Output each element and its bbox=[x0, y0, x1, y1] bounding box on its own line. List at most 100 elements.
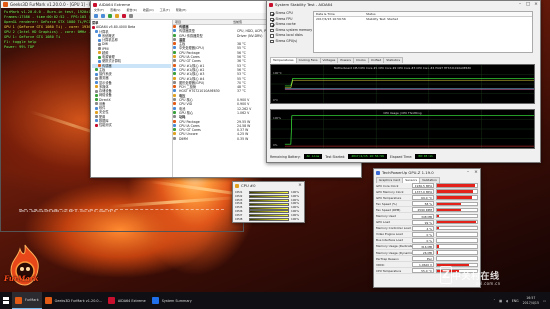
gpuz-sensor-name: Memory Controller Load bbox=[376, 226, 411, 231]
checkbox[interactable] bbox=[270, 28, 274, 32]
graph-tab[interactable]: Unified bbox=[367, 57, 385, 63]
bios-update-icon[interactable] bbox=[122, 14, 126, 18]
graph-tab[interactable]: Powers bbox=[337, 57, 354, 63]
stress-option[interactable]: Stress GPU(s) bbox=[270, 39, 312, 45]
gpuz-sensor-name: GPU Core Clock bbox=[376, 183, 399, 188]
graph-tab[interactable]: Cooling Fans bbox=[295, 57, 321, 63]
gpuz-sensor-value: 0 % bbox=[412, 237, 434, 243]
graph-tab[interactable]: Temperatures bbox=[270, 57, 297, 63]
storage-icon bbox=[95, 89, 98, 93]
clock-date: 2017/4/15 bbox=[522, 300, 539, 305]
furmark-icon bbox=[44, 297, 52, 304]
elapsed-time-value: 00:03:11 bbox=[415, 154, 436, 159]
gpuz-sensor-graph bbox=[436, 201, 478, 207]
test-started-label: Test Started: bbox=[325, 154, 346, 159]
minimize-icon[interactable]: – bbox=[464, 169, 472, 176]
elapsed-time-label: Elapsed Time: bbox=[389, 154, 413, 159]
close-icon[interactable]: × bbox=[532, 1, 540, 8]
gpuz-sensor-name: GPU Memory Clock bbox=[376, 189, 404, 194]
close-icon[interactable]: × bbox=[472, 169, 480, 176]
taskbar-item-label: Geeks3D FurMark v1.20.0... bbox=[54, 298, 102, 303]
windows-icon bbox=[2, 297, 10, 304]
sensor-icon bbox=[173, 42, 176, 46]
temp-graph-label: GPU 1 - GeForce GTX 1080 - cur: 69° C - … bbox=[19, 209, 117, 213]
gpuz-sensor-name: CPU Temperature bbox=[376, 268, 402, 273]
report-icon[interactable] bbox=[115, 14, 119, 18]
menu-help[interactable]: 帮助(H) bbox=[176, 8, 187, 13]
aida64-tree: 菜单 AIDA64 v5.80.4000 Beta 计算机 系统概述 计算机名称… bbox=[91, 20, 173, 177]
cpu-core-load-bar bbox=[249, 202, 289, 206]
checkbox[interactable] bbox=[270, 23, 274, 27]
volume-icon[interactable]: ◖ bbox=[506, 299, 508, 303]
gpuz-sensor-value: 69.0 °C bbox=[412, 195, 434, 201]
overclock-icon bbox=[98, 51, 101, 55]
menu-view[interactable]: 查看(V) bbox=[110, 8, 120, 13]
taskbar-item-label: System Summary bbox=[161, 298, 192, 303]
benchmark-icon bbox=[95, 123, 98, 127]
checkbox[interactable] bbox=[270, 12, 274, 16]
menu-favorites[interactable]: 收藏(O) bbox=[143, 8, 154, 13]
clock[interactable]: 16:57 2017/4/15 bbox=[523, 296, 539, 304]
maximize-icon[interactable]: □ bbox=[524, 1, 532, 8]
config-icon bbox=[95, 115, 98, 118]
gpuz-sensor-name: GPU Temperature bbox=[376, 195, 402, 200]
cpu-usage-window: CPU #0 × CPU1 100% CPU2 100% CPU3 100% CPU4 100… bbox=[232, 181, 305, 223]
field-column-header[interactable]: 项目 bbox=[173, 20, 231, 24]
laptop-icon bbox=[98, 59, 101, 63]
cpu-usage-titlebar[interactable]: CPU #0 × bbox=[233, 182, 304, 189]
input-language[interactable]: ENG bbox=[512, 299, 519, 303]
taskbar-item[interactable]: Geeks3D FurMark v1.20.0... bbox=[42, 292, 105, 309]
aida64-title: AIDA64 Extreme bbox=[99, 2, 131, 7]
minimize-icon[interactable]: – bbox=[516, 1, 524, 8]
checkbox[interactable] bbox=[270, 39, 274, 43]
checkbox[interactable] bbox=[270, 17, 274, 21]
menu-tools[interactable]: 工具(T) bbox=[160, 8, 170, 13]
gpuz-app-icon bbox=[376, 170, 380, 175]
cpu-usage-line bbox=[284, 115, 534, 145]
driver-update-icon[interactable] bbox=[129, 14, 133, 18]
back-icon[interactable] bbox=[94, 14, 98, 18]
graph-tab[interactable]: Statistics bbox=[383, 57, 404, 63]
taskbar: FurMark Geeks3D FurMark v1.20.0... AIDA6… bbox=[0, 292, 550, 309]
chevron-up-icon[interactable]: ˄ bbox=[493, 299, 495, 303]
network-icon[interactable]: ▦ bbox=[499, 299, 502, 303]
cpu-usage-chart: CPU Usage | CPU Throttling 100% 0% bbox=[270, 109, 535, 149]
start-button[interactable] bbox=[0, 292, 12, 309]
close-icon[interactable]: × bbox=[296, 182, 304, 189]
network-icon bbox=[95, 93, 98, 97]
display-icon bbox=[95, 81, 98, 84]
graph-tabs: Temperatures Cooling Fans Voltages Powers Cl… bbox=[270, 57, 404, 63]
tree-item[interactable]: 性能测试 bbox=[92, 123, 171, 127]
graph-tab[interactable]: Clocks bbox=[353, 57, 369, 63]
menu-file[interactable]: 文件(F) bbox=[94, 8, 104, 13]
checkbox[interactable] bbox=[270, 34, 274, 38]
taskbar-item[interactable]: AIDA64 Extreme bbox=[105, 292, 149, 309]
summary-icon bbox=[98, 34, 101, 38]
stability-test-titlebar[interactable]: System Stability Test - AIDA64 – □ × bbox=[267, 1, 540, 8]
gpuz-sensor-graph bbox=[436, 256, 478, 261]
graph-tab[interactable]: Voltages bbox=[319, 57, 339, 63]
cpu-core-load-bar bbox=[249, 198, 289, 202]
taskbar-item[interactable]: System Summary bbox=[149, 292, 195, 309]
taskbar-item[interactable]: FurMark bbox=[12, 292, 42, 309]
gpuz-sensor-value: 99 % bbox=[412, 219, 434, 225]
forward-icon[interactable] bbox=[101, 14, 105, 18]
stress-option-label: Stress GPU(s) bbox=[275, 38, 298, 43]
directx-icon bbox=[95, 98, 98, 101]
gpuz-titlebar[interactable]: TechPowerUp GPU-Z 1.19.0 – × bbox=[374, 169, 480, 176]
aida64-app-icon bbox=[93, 2, 97, 7]
furmark-temp-graph: GPU 1 - GeForce GTX 1080 - cur: 69° C - … bbox=[19, 209, 224, 218]
gpuz-sensor-graph-fill bbox=[437, 190, 473, 193]
gpuz-sensor-graph bbox=[436, 225, 478, 231]
notification-icon[interactable]: ▭ bbox=[543, 299, 546, 303]
value-column-header[interactable]: 当前值 bbox=[231, 20, 242, 24]
gpuz-sensor-value: 58 % bbox=[412, 201, 434, 207]
log-date: 2017/4/15 16:56:56 bbox=[316, 17, 346, 21]
gpuz-sensor-value: 2590 RPM bbox=[412, 207, 434, 213]
menu-report[interactable]: 报告(R) bbox=[126, 8, 136, 13]
refresh-icon[interactable] bbox=[108, 14, 112, 18]
devices-icon bbox=[95, 102, 98, 106]
sensor-icon bbox=[173, 46, 176, 50]
gpuz-sensor-name: VDDC bbox=[376, 262, 385, 267]
gpuz-sensor-graph-fill bbox=[437, 220, 477, 224]
